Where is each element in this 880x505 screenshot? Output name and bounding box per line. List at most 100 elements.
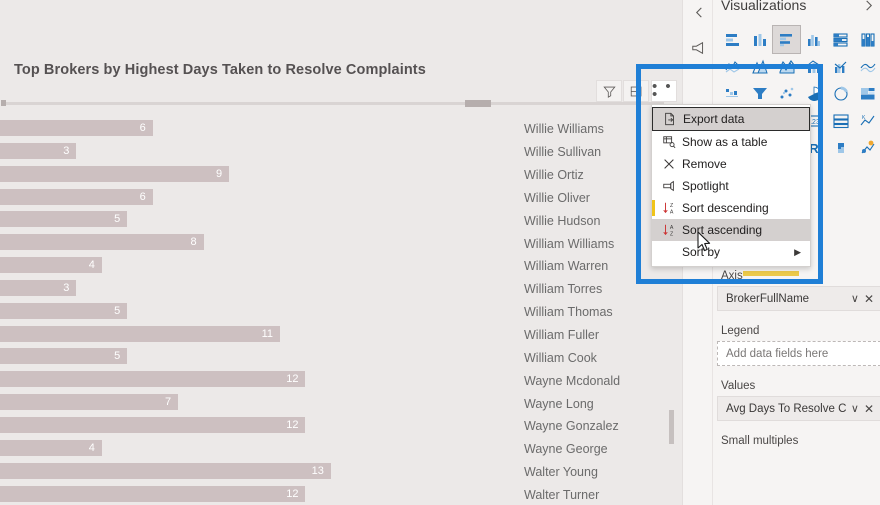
area-chart-icon[interactable] [746, 53, 773, 80]
speaker-icon[interactable] [689, 38, 709, 58]
visual-horizontal-scrollbar-thumb[interactable] [465, 100, 491, 107]
chevron-down-icon[interactable]: ∨ [851, 292, 859, 305]
collapse-chevron-icon[interactable] [689, 2, 709, 22]
bar-row[interactable]: 13 [0, 461, 560, 484]
category-label[interactable]: William Torres [524, 278, 664, 301]
visual-title: Top Brokers by Highest Days Taken to Res… [14, 62, 426, 78]
report-canvas[interactable]: Top Brokers by Highest Days Taken to Res… [0, 0, 682, 505]
bar[interactable]: 4 [0, 257, 102, 274]
bar-row[interactable]: 3 [0, 141, 560, 164]
bar[interactable]: 12 [0, 416, 306, 433]
category-label[interactable]: Wayne Long [524, 392, 664, 415]
bar[interactable]: 13 [0, 462, 331, 479]
bar-row[interactable]: 12 [0, 369, 560, 392]
category-label[interactable]: Wayne Mcdonald [524, 369, 664, 392]
bar-row[interactable]: 5 [0, 346, 560, 369]
bar[interactable]: 9 [0, 165, 230, 182]
bar-row[interactable]: 11 [0, 324, 560, 347]
bar[interactable]: 12 [0, 485, 306, 502]
context-menu-item-sort-descending[interactable]: Z A Sort descending [652, 197, 810, 219]
category-label[interactable]: William Cook [524, 346, 664, 369]
category-label[interactable]: Walter Young [524, 461, 664, 484]
bar[interactable]: 7 [0, 394, 179, 411]
python-visual-icon[interactable] [827, 134, 854, 161]
context-menu-item-label: Sort ascending [682, 223, 763, 237]
line-chart-icon[interactable] [719, 53, 746, 80]
line-clustered-column-chart-icon[interactable] [827, 53, 854, 80]
well-box-legend[interactable]: Add data fields here [717, 341, 880, 366]
ribbon-chart-icon[interactable] [854, 53, 880, 80]
category-label[interactable]: Willie Hudson [524, 209, 664, 232]
bar-row[interactable]: 6 [0, 118, 560, 141]
bar[interactable]: 4 [0, 439, 102, 456]
bar[interactable]: 3 [0, 279, 77, 296]
treemap-icon[interactable] [854, 80, 880, 107]
category-label[interactable]: Wayne George [524, 438, 664, 461]
category-label[interactable]: Willie Williams [524, 118, 664, 141]
bar[interactable]: 3 [0, 142, 77, 159]
filter-icon[interactable] [596, 80, 622, 102]
bar-row[interactable]: 8 [0, 232, 560, 255]
bar-row[interactable]: 3 [0, 278, 560, 301]
bar-row[interactable]: 7 [0, 392, 560, 415]
close-x-icon[interactable]: ✕ [864, 402, 874, 416]
kpi-icon[interactable]: K [854, 107, 880, 134]
context-menu-item-sort-by[interactable]: Sort by ▶ [652, 241, 810, 263]
stacked-bar-chart-icon[interactable] [719, 26, 746, 53]
bar-row[interactable]: 4 [0, 438, 560, 461]
chevron-down-icon[interactable]: ∨ [851, 402, 859, 415]
bar[interactable]: 6 [0, 120, 153, 136]
close-x-icon[interactable]: ✕ [864, 292, 874, 306]
bar[interactable]: 8 [0, 234, 204, 251]
context-menu-item-sort-ascending[interactable]: A Z Sort ascending [652, 219, 810, 241]
donut-chart-icon[interactable] [827, 80, 854, 107]
bar-row[interactable]: 12 [0, 415, 560, 438]
category-label[interactable]: Willie Ortiz [524, 164, 664, 187]
bar-row[interactable]: 5 [0, 301, 560, 324]
category-label[interactable]: William Thomas [524, 301, 664, 324]
visual-vertical-scrollbar-thumb[interactable] [669, 410, 674, 444]
bar[interactable]: 5 [0, 302, 128, 319]
category-label[interactable]: Wayne Gonzalez [524, 415, 664, 438]
bar-row[interactable]: 9 [0, 164, 560, 187]
scatter-chart-icon[interactable] [773, 80, 800, 107]
bar-row[interactable]: 6 [0, 187, 560, 210]
waterfall-chart-icon[interactable] [719, 80, 746, 107]
multi-row-card-icon[interactable] [827, 107, 854, 134]
visual-context-menu[interactable]: Export data Show as a table Remove Spotligh… [651, 104, 811, 267]
category-label[interactable]: William Warren [524, 255, 664, 278]
bar[interactable]: 5 [0, 211, 128, 228]
bar-row[interactable]: 5 [0, 209, 560, 232]
context-menu-item-show-as-a-table[interactable]: Show as a table [652, 131, 810, 153]
stacked-column-chart-icon[interactable] [746, 26, 773, 53]
more-options-icon[interactable]: • • • [651, 79, 677, 102]
clustered-column-chart-icon[interactable] [800, 26, 827, 53]
category-label[interactable]: Willie Oliver [524, 187, 664, 210]
stacked-area-chart-icon[interactable] [773, 53, 800, 80]
focus-mode-icon[interactable] [623, 80, 649, 102]
category-label[interactable]: Walter Turner [524, 484, 664, 505]
100-stacked-column-chart-icon[interactable] [854, 26, 880, 53]
bar[interactable]: 5 [0, 348, 128, 365]
bar-row[interactable]: 12 [0, 484, 560, 505]
category-label[interactable]: William Fuller [524, 324, 664, 347]
context-menu-item-spotlight[interactable]: Spotlight [652, 175, 810, 197]
category-label[interactable]: Willie Sullivan [524, 141, 664, 164]
funnel-chart-icon[interactable] [746, 80, 773, 107]
clustered-bar-chart-icon[interactable] [772, 25, 801, 54]
line-stacked-column-chart-icon[interactable] [800, 53, 827, 80]
well-box-values[interactable]: Avg Days To Resolve Co ∨ ✕ [717, 396, 880, 421]
context-menu-item-export-data[interactable]: Export data [652, 107, 810, 131]
key-influencers-icon[interactable] [854, 134, 880, 161]
bar[interactable]: 6 [0, 188, 153, 205]
expand-chevron-icon[interactable] [863, 0, 874, 15]
100-stacked-bar-chart-icon[interactable] [827, 26, 854, 53]
visual-horizontal-scrollbar-track[interactable] [4, 102, 664, 105]
bar-row[interactable]: 4 [0, 255, 560, 278]
category-label[interactable]: William Williams [524, 232, 664, 255]
well-box-axis[interactable]: BrokerFullName ∨ ✕ [717, 286, 880, 311]
bar[interactable]: 11 [0, 325, 280, 342]
pie-chart-icon[interactable] [800, 80, 827, 107]
context-menu-item-remove[interactable]: Remove [652, 153, 810, 175]
bar[interactable]: 12 [0, 371, 306, 388]
